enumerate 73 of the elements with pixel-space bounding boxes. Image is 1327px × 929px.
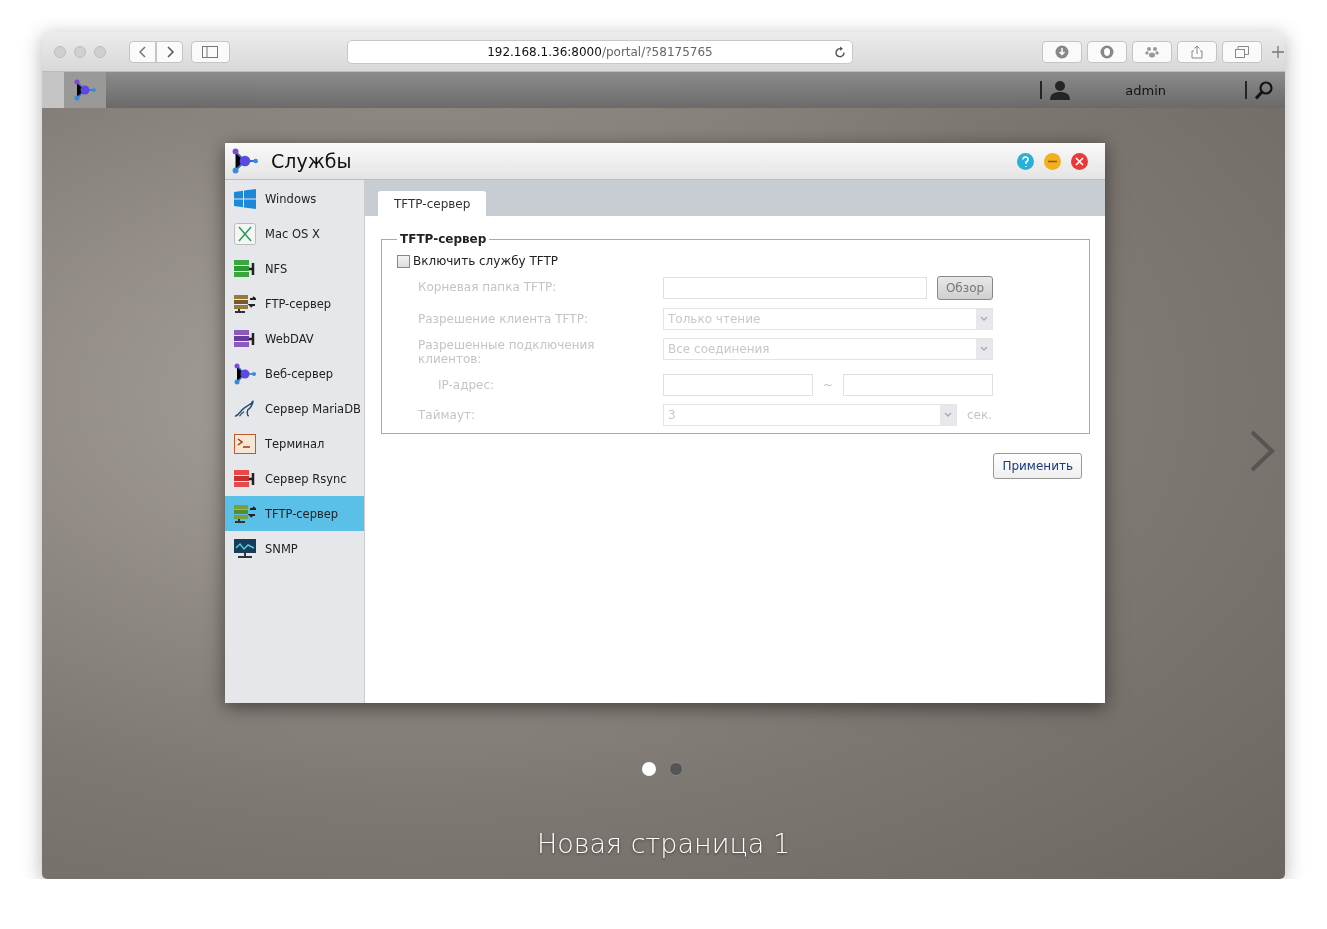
windows-logo-icon — [234, 188, 256, 209]
ip-end-field[interactable] — [843, 374, 993, 396]
ip-start-field[interactable] — [663, 374, 813, 396]
sidebar-item[interactable]: Mac OS X — [225, 216, 364, 251]
help-button[interactable] — [1017, 152, 1034, 170]
group-title: TFTP-сервер — [399, 232, 488, 246]
address-field[interactable]: 192.168.1.36:8000/portal/?58175765 — [346, 39, 854, 64]
user-icon[interactable] — [1050, 80, 1071, 100]
close-button[interactable] — [1071, 152, 1088, 170]
sidebar-item[interactable]: Windows — [225, 181, 364, 216]
range-separator: ~ — [821, 378, 835, 392]
page-dot[interactable] — [669, 762, 683, 776]
folder-path-field[interactable] — [663, 277, 927, 299]
back-button[interactable] — [129, 40, 156, 63]
server-plug-icon — [234, 328, 256, 349]
chevron-right-icon[interactable] — [1249, 430, 1275, 472]
sidebar-button[interactable] — [191, 40, 230, 63]
apply-button[interactable]: Применить — [993, 453, 1082, 479]
sidebar-item[interactable]: Терминал — [225, 426, 364, 461]
app-menu-button[interactable] — [64, 72, 106, 108]
page-caption: Новая страница 1 — [536, 828, 791, 859]
caret-icon — [980, 346, 988, 352]
sidebar-item[interactable]: Сервер MariaDB — [225, 391, 364, 426]
toolbar-strip — [42, 72, 64, 108]
caret-icon — [980, 316, 988, 322]
reload-icon[interactable] — [834, 45, 847, 59]
app-logo-icon — [232, 148, 258, 174]
sidebar-item[interactable]: TFTP-сервер — [225, 496, 364, 531]
paw-icon[interactable] — [1132, 40, 1173, 63]
checkbox-label[interactable]: Включить службу TFTP — [413, 254, 559, 268]
sidebar-item[interactable]: FTP-сервер — [225, 286, 364, 321]
chevron-left-icon — [137, 45, 148, 58]
sidebar-item[interactable]: SNMP — [225, 531, 364, 566]
share-icon[interactable] — [1177, 40, 1218, 63]
tab[interactable]: TFTP-сервер — [378, 191, 487, 216]
chevron-right-icon — [164, 45, 175, 58]
user-name[interactable]: admin — [1125, 82, 1166, 98]
unit-label: сек. — [967, 408, 993, 422]
minus-icon — [1048, 159, 1057, 163]
server-plug-icon — [234, 258, 256, 279]
server-arrows-icon — [234, 293, 256, 314]
checkbox[interactable] — [397, 254, 410, 268]
shield-icon[interactable] — [1087, 40, 1128, 63]
seal-icon — [234, 398, 256, 419]
terminal-icon — [234, 433, 256, 454]
page-dot[interactable] — [642, 762, 656, 776]
network-nodes-icon — [234, 362, 256, 385]
server-arrows-icon — [234, 503, 256, 524]
sidebar-icon — [202, 45, 219, 58]
sidebar-item[interactable]: WebDAV — [225, 321, 364, 356]
close-icon — [1075, 156, 1084, 166]
sidebar-item[interactable]: Сервер Rsync — [225, 461, 364, 496]
window-title: Службы — [271, 150, 352, 172]
sidebar-item[interactable]: Веб-сервер — [225, 356, 364, 391]
zoom-button[interactable] — [94, 45, 106, 58]
download-icon[interactable] — [1042, 40, 1083, 63]
new-tab-icon[interactable] — [1271, 44, 1285, 59]
question-mark-icon — [1021, 155, 1030, 167]
field-label: Корневая папка TFTP: — [418, 280, 557, 294]
forward-button[interactable] — [156, 40, 183, 63]
monitor-graph-icon — [234, 538, 256, 559]
server-plug-icon — [234, 468, 256, 489]
minimize-button[interactable] — [1044, 152, 1061, 170]
tabs-icon[interactable] — [1222, 40, 1263, 63]
x-letter-tile-icon — [234, 222, 256, 245]
field-label: Разрешенные подключения клиентов: — [418, 338, 596, 366]
app-logo-icon — [74, 79, 96, 101]
search-icon[interactable] — [1255, 80, 1274, 100]
field-label: Таймаут: — [418, 408, 476, 422]
sidebar-item[interactable]: NFS — [225, 251, 364, 286]
field-label: IP-адрес: — [438, 378, 495, 392]
caret-icon — [944, 412, 952, 418]
field-label: Разрешение клиента TFTP: — [418, 312, 588, 326]
